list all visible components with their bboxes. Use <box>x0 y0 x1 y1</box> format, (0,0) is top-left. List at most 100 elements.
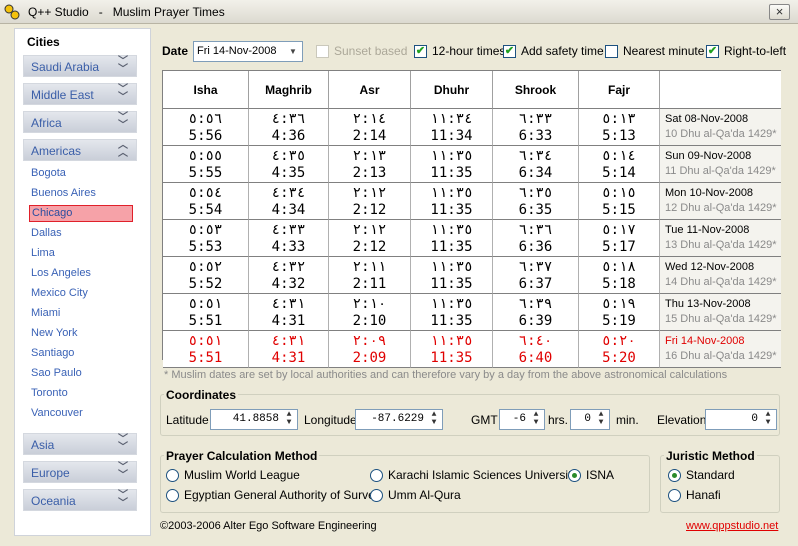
spinner-icon[interactable]: ▲ ▼ <box>428 411 440 428</box>
time-cell[interactable]: ٥:٥٣ 5:53 <box>163 220 249 257</box>
chevron-down-icon[interactable]: ▼ <box>285 43 301 60</box>
time-cell[interactable]: ٦:٣٩ 6:39 <box>493 294 579 331</box>
header-isha[interactable]: Isha <box>163 71 249 109</box>
website-link[interactable]: www.qppstudio.net <box>686 520 778 532</box>
radio-icon[interactable] <box>370 469 383 482</box>
latitude-input[interactable]: 41.8858 ▲ ▼ <box>210 409 298 430</box>
date-cell[interactable]: Thu 13-Nov-2008 15 Dhu al-Qa'da 1429* <box>660 294 781 331</box>
header-shrook[interactable]: Shrook <box>493 71 579 109</box>
city-mexico-city[interactable]: Mexico City <box>29 285 133 302</box>
time-cell[interactable]: ٦:٣٥ 6:35 <box>493 183 579 220</box>
date-cell[interactable]: Sat 08-Nov-2008 10 Dhu al-Qa'da 1429* <box>660 109 781 146</box>
spinner-icon[interactable]: ▲ ▼ <box>283 411 295 428</box>
time-cell[interactable]: ٥:٥٦ 5:56 <box>163 109 249 146</box>
checkmark-icon[interactable]: ✔ <box>503 45 516 58</box>
time-cell[interactable]: ١١:٣٥ 11:35 <box>411 183 493 220</box>
elevation-input[interactable]: 0 ▲ ▼ <box>705 409 777 430</box>
time-cell[interactable]: ٥:٥٥ 5:55 <box>163 146 249 183</box>
city-vancouver[interactable]: Vancouver <box>29 405 133 422</box>
group-europe[interactable]: Europe ﹀ ﹀ <box>23 461 137 483</box>
city-toronto[interactable]: Toronto <box>29 385 133 402</box>
city-dallas[interactable]: Dallas <box>29 225 133 242</box>
header-fajr[interactable]: Fajr <box>579 71 660 109</box>
radio-icon[interactable] <box>166 489 179 502</box>
checkmark-icon[interactable]: ✔ <box>414 45 427 58</box>
date-picker[interactable]: Fri 14-Nov-2008 ▼ <box>193 41 303 62</box>
title-bar[interactable]: Q++ Studio - Muslim Prayer Times × <box>0 0 798 24</box>
time-cell[interactable]: ١١:٣٥ 11:35 <box>411 146 493 183</box>
time-cell[interactable]: ٢:١٣ 2:13 <box>329 146 411 183</box>
time-cell[interactable]: ٤:٣٤ 4:34 <box>249 183 329 220</box>
time-cell[interactable]: ١١:٣٤ 11:34 <box>411 109 493 146</box>
date-cell[interactable]: Sun 09-Nov-2008 11 Dhu al-Qa'da 1429* <box>660 146 781 183</box>
time-cell[interactable]: ٢:١٠ 2:10 <box>329 294 411 331</box>
header-dhuhr[interactable]: Dhuhr <box>411 71 493 109</box>
close-button[interactable]: × <box>769 4 790 20</box>
city-chicago[interactable]: Chicago <box>29 205 133 222</box>
spinner-icon[interactable]: ▲ ▼ <box>530 411 542 428</box>
time-cell[interactable]: ٥:٥١ 5:51 <box>163 294 249 331</box>
date-cell[interactable]: Fri 14-Nov-2008 16 Dhu al-Qa'da 1429* <box>660 331 781 368</box>
time-cell[interactable]: ٥:١٤ 5:14 <box>579 146 660 183</box>
date-cell[interactable]: Tue 11-Nov-2008 13 Dhu al-Qa'da 1429* <box>660 220 781 257</box>
city-lima[interactable]: Lima <box>29 245 133 262</box>
gmt-minutes-input[interactable]: 0 ▲ ▼ <box>570 409 610 430</box>
time-cell[interactable]: ٤:٣٥ 4:35 <box>249 146 329 183</box>
date-cell[interactable]: Mon 10-Nov-2008 12 Dhu al-Qa'da 1429* <box>660 183 781 220</box>
time-cell[interactable]: ٥:١٥ 5:15 <box>579 183 660 220</box>
time-cell[interactable]: ٥:٢٠ 5:20 <box>579 331 660 368</box>
time-cell[interactable]: ٤:٣١ 4:31 <box>249 294 329 331</box>
city-los-angeles[interactable]: Los Angeles <box>29 265 133 282</box>
radio-icon[interactable] <box>166 469 179 482</box>
time-cell[interactable]: ١١:٣٥ 11:35 <box>411 220 493 257</box>
city-buenos-aires[interactable]: Buenos Aires <box>29 185 133 202</box>
time-cell[interactable]: ٦:٣٤ 6:34 <box>493 146 579 183</box>
group-americas[interactable]: Americas ︿ ︿ <box>23 139 137 161</box>
time-cell[interactable]: ٦:٤٠ 6:40 <box>493 331 579 368</box>
group-oceania[interactable]: Oceania ﹀ ﹀ <box>23 489 137 511</box>
group-africa[interactable]: Africa ﹀ ﹀ <box>23 111 137 133</box>
group-middle-east[interactable]: Middle East ﹀ ﹀ <box>23 83 137 105</box>
time-cell[interactable]: ٢:١١ 2:11 <box>329 257 411 294</box>
time-cell[interactable]: ٤:٣٣ 4:33 <box>249 220 329 257</box>
time-cell[interactable]: ٢:١٢ 2:12 <box>329 183 411 220</box>
time-cell[interactable]: ١١:٣٥ 11:35 <box>411 257 493 294</box>
time-cell[interactable]: ٢:٠٩ 2:09 <box>329 331 411 368</box>
time-cell[interactable]: ٥:١٣ 5:13 <box>579 109 660 146</box>
time-cell[interactable]: ٦:٣٦ 6:36 <box>493 220 579 257</box>
radio-icon[interactable] <box>668 489 681 502</box>
radio-icon[interactable] <box>568 469 581 482</box>
time-cell[interactable]: ٤:٣١ 4:31 <box>249 331 329 368</box>
spinner-icon[interactable]: ▲ ▼ <box>762 411 774 428</box>
radio-icon[interactable] <box>668 469 681 482</box>
city-miami[interactable]: Miami <box>29 305 133 322</box>
time-cell[interactable]: ٥:١٨ 5:18 <box>579 257 660 294</box>
city-santiago[interactable]: Santiago <box>29 345 133 362</box>
time-cell[interactable]: ٦:٣٣ 6:33 <box>493 109 579 146</box>
group-asia[interactable]: Asia ﹀ ﹀ <box>23 433 137 455</box>
time-cell[interactable]: ٢:١٢ 2:12 <box>329 220 411 257</box>
time-cell[interactable]: ١١:٣٥ 11:35 <box>411 331 493 368</box>
time-cell[interactable]: ٥:٥٢ 5:52 <box>163 257 249 294</box>
time-cell[interactable]: ٦:٣٧ 6:37 <box>493 257 579 294</box>
checkmark-icon[interactable]: ✔ <box>706 45 719 58</box>
time-cell[interactable]: ١١:٣٥ 11:35 <box>411 294 493 331</box>
radio-icon[interactable] <box>370 489 383 502</box>
header-asr[interactable]: Asr <box>329 71 411 109</box>
city-new-york[interactable]: New York <box>29 325 133 342</box>
time-cell[interactable]: ٥:١٩ 5:19 <box>579 294 660 331</box>
time-cell[interactable]: ٤:٣٢ 4:32 <box>249 257 329 294</box>
spinner-icon[interactable]: ▲ ▼ <box>595 411 607 428</box>
time-cell[interactable]: ٥:٥٤ 5:54 <box>163 183 249 220</box>
date-cell[interactable]: Wed 12-Nov-2008 14 Dhu al-Qa'da 1429* <box>660 257 781 294</box>
time-cell[interactable]: ٥:٥١ 5:51 <box>163 331 249 368</box>
time-cell[interactable]: ٢:١٤ 2:14 <box>329 109 411 146</box>
city-sao-paulo[interactable]: Sao Paulo <box>29 365 133 382</box>
header-maghrib[interactable]: Maghrib <box>249 71 329 109</box>
time-cell[interactable]: ٤:٣٦ 4:36 <box>249 109 329 146</box>
longitude-input[interactable]: -87.6229 ▲ ▼ <box>355 409 443 430</box>
checkbox-icon[interactable] <box>605 45 618 58</box>
gmt-hours-input[interactable]: -6 ▲ ▼ <box>499 409 545 430</box>
time-cell[interactable]: ٥:١٧ 5:17 <box>579 220 660 257</box>
city-bogota[interactable]: Bogota <box>29 165 133 182</box>
